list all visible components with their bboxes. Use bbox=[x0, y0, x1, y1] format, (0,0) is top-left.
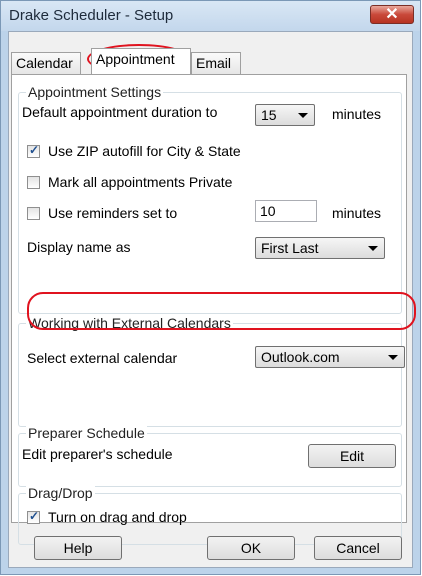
zip-autofill-label: Use ZIP autofill for City & State bbox=[48, 143, 241, 159]
tab-email[interactable]: Email bbox=[191, 52, 241, 74]
preparer-schedule-title: Preparer Schedule bbox=[26, 425, 147, 441]
setup-window: Drake Scheduler - Setup ✕ Calendar Appoi… bbox=[0, 0, 421, 575]
appointment-settings-title: Appointment Settings bbox=[26, 84, 164, 100]
display-name-select[interactable]: First Last bbox=[255, 237, 385, 259]
tab-appointment[interactable]: Appointment bbox=[91, 48, 191, 74]
reminders-minutes-field[interactable] bbox=[255, 200, 317, 222]
reminders-checkbox[interactable] bbox=[27, 207, 40, 220]
edit-schedule-button[interactable]: Edit bbox=[308, 444, 396, 468]
tab-email-label: Email bbox=[196, 55, 232, 71]
display-name-label: Display name as bbox=[27, 239, 131, 255]
duration-unit: minutes bbox=[332, 106, 382, 122]
duration-value: 15 bbox=[261, 107, 277, 123]
help-button[interactable]: Help bbox=[34, 536, 122, 560]
display-name-value: First Last bbox=[261, 240, 319, 256]
external-calendar-value: Outlook.com bbox=[261, 349, 340, 365]
preparer-schedule-group: Preparer Schedule Edit preparer's schedu… bbox=[18, 425, 402, 487]
cancel-button[interactable]: Cancel bbox=[314, 536, 402, 560]
drag-drop-checkbox[interactable]: ✓ bbox=[27, 509, 40, 524]
close-button[interactable]: ✕ bbox=[370, 5, 414, 24]
private-checkbox[interactable] bbox=[27, 176, 40, 189]
ok-button[interactable]: OK bbox=[207, 536, 295, 560]
chevron-down-icon bbox=[298, 113, 308, 118]
chevron-down-icon bbox=[388, 355, 398, 360]
reminders-label: Use reminders set to bbox=[48, 205, 178, 221]
zip-autofill-checkbox[interactable]: ✓ bbox=[27, 143, 40, 158]
reminders-unit: minutes bbox=[332, 205, 382, 221]
window-title: Drake Scheduler - Setup bbox=[9, 7, 174, 24]
external-calendar-label: Select external calendar bbox=[27, 350, 178, 366]
external-calendar-highlight bbox=[27, 292, 416, 330]
tab-appointment-label: Appointment bbox=[96, 51, 175, 67]
chevron-down-icon bbox=[368, 246, 378, 251]
duration-label: Default appointment duration to bbox=[22, 104, 218, 120]
checkmark-icon: ✓ bbox=[29, 509, 40, 523]
drag-drop-title: Drag/Drop bbox=[26, 485, 95, 501]
duration-select[interactable]: 15 bbox=[255, 104, 315, 126]
checkmark-icon: ✓ bbox=[29, 143, 40, 157]
tab-calendar-label: Calendar bbox=[16, 55, 73, 71]
title-bar: Drake Scheduler - Setup ✕ bbox=[1, 1, 420, 31]
preparer-edit-label: Edit preparer's schedule bbox=[22, 446, 173, 462]
drag-drop-label: Turn on drag and drop bbox=[48, 509, 187, 525]
close-icon: ✕ bbox=[385, 6, 399, 23]
external-calendars-group: Working with External Calendars Select e… bbox=[18, 315, 405, 427]
appointment-settings-group: Appointment Settings Default appointment… bbox=[18, 84, 402, 314]
tab-calendar[interactable]: Calendar bbox=[11, 52, 81, 74]
reminders-minutes-input[interactable] bbox=[256, 201, 316, 221]
private-label: Mark all appointments Private bbox=[48, 174, 233, 190]
external-calendar-select[interactable]: Outlook.com bbox=[255, 346, 405, 368]
